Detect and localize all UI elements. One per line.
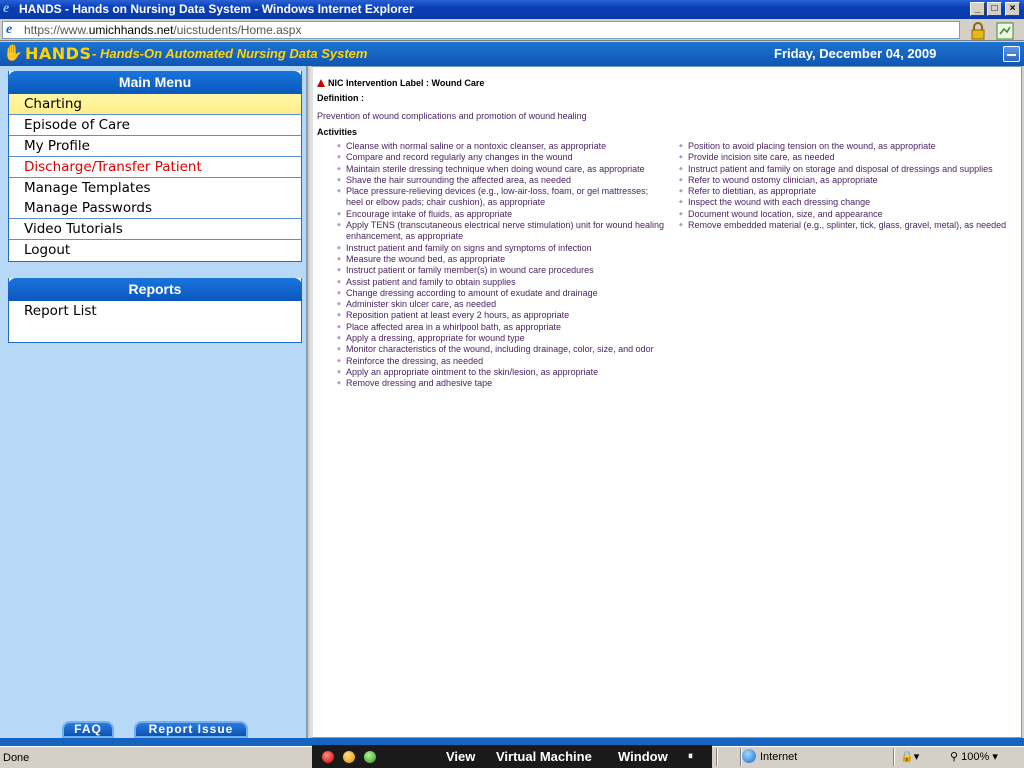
- activity-item: Instruct patient or family member(s) in …: [337, 265, 667, 277]
- activities-list: Cleanse with normal saline or a nontoxic…: [317, 141, 1021, 401]
- report-issue-button[interactable]: Report Issue: [134, 721, 248, 738]
- activities-column-1: Cleanse with normal saline or a nontoxic…: [337, 141, 667, 390]
- activity-item: Shave the hair surrounding the affected …: [337, 175, 667, 187]
- status-text: Done: [3, 752, 30, 764]
- url-input[interactable]: e https://www.umichhands.net/uicstudents…: [2, 21, 960, 39]
- menu-item-my-profile[interactable]: My Profile: [9, 136, 301, 157]
- status-separator: [893, 748, 895, 766]
- collapse-header-button[interactable]: [1003, 46, 1020, 62]
- activity-item: Place pressure-relieving devices (e.g., …: [337, 186, 667, 209]
- window-title: HANDS - Hands on Nursing Data System - W…: [19, 2, 414, 16]
- menu-item-charting[interactable]: Charting: [9, 94, 301, 115]
- activity-item: Change dressing according to amount of e…: [337, 288, 667, 300]
- page-icon: e: [6, 22, 13, 37]
- main-menu-title: Main Menu: [8, 71, 302, 94]
- activity-item: Assist patient and family to obtain supp…: [337, 277, 667, 289]
- activity-item: Monitor characteristics of the wound, in…: [337, 344, 667, 356]
- app-subtitle: - Hands-On Automated Nursing Data System: [92, 46, 368, 61]
- current-date: Friday, December 04, 2009: [774, 46, 937, 61]
- compatibility-view-icon[interactable]: [996, 22, 1014, 40]
- vm-menu-bar: View Virtual Machine Window ⏸: [312, 745, 712, 768]
- lock-icon[interactable]: [969, 22, 987, 40]
- globe-icon: [742, 749, 756, 763]
- reports-panel: Reports Report List: [8, 278, 302, 343]
- activity-item: Remove dressing and adhesive tape: [337, 378, 667, 390]
- activity-item: Position to avoid placing tension on the…: [679, 141, 1019, 153]
- activity-item: Apply a dressing, appropriate for wound …: [337, 333, 667, 345]
- vm-pause-icon[interactable]: ⏸: [688, 745, 693, 768]
- menu-item-discharge-transfer[interactable]: Discharge/Transfer Patient: [9, 157, 301, 178]
- activity-item: Encourage intake of fluids, as appropria…: [337, 209, 667, 221]
- activity-item: Inspect the wound with each dressing cha…: [679, 197, 1019, 209]
- sidebar: Main Menu Charting Episode of Care My Pr…: [0, 66, 308, 738]
- zoom-icon: ⚲: [950, 751, 959, 763]
- activity-item: Reinforce the dressing, as needed: [337, 356, 667, 368]
- intervention-detail: NIC Intervention Label : Wound Care Defi…: [317, 77, 1021, 401]
- vm-menu-virtual-machine[interactable]: Virtual Machine: [496, 745, 592, 768]
- minimize-window-button[interactable]: _: [970, 2, 985, 16]
- activity-item: Refer to wound ostomy clinician, as appr…: [679, 175, 1019, 187]
- main-menu-panel: Main Menu Charting Episode of Care My Pr…: [8, 71, 302, 262]
- activity-item: Remove embedded material (e.g., splinter…: [679, 220, 1019, 232]
- activity-item: Maintain sterile dressing technique when…: [337, 164, 667, 176]
- activity-item: Instruct patient and family on storage a…: [679, 164, 1019, 176]
- definition-text: Prevention of wound complications and pr…: [317, 111, 587, 121]
- app-header: ✋ HANDS - Hands-On Automated Nursing Dat…: [0, 42, 1024, 66]
- vm-close-light-icon[interactable]: [322, 751, 334, 763]
- activities-label: Activities: [317, 127, 358, 137]
- activities-column-2: Position to avoid placing tension on the…: [679, 141, 1019, 232]
- activity-item: Cleanse with normal saline or a nontoxic…: [337, 141, 667, 153]
- menu-item-manage-passwords[interactable]: Manage Passwords: [9, 199, 301, 219]
- address-bar: e https://www.umichhands.net/uicstudents…: [0, 19, 1024, 41]
- protected-mode-icon[interactable]: 🔒▾: [900, 748, 919, 766]
- brand-name: HANDS: [25, 44, 92, 63]
- window-title-bar[interactable]: e HANDS - Hands on Nursing Data System -…: [0, 0, 1024, 19]
- vm-menu-view[interactable]: View: [446, 745, 475, 768]
- zoom-level[interactable]: ⚲ 100% ▾: [950, 748, 998, 766]
- warning-triangle-icon: [317, 79, 325, 87]
- activity-item: Administer skin ulcer care, as needed: [337, 299, 667, 311]
- url-text: https://www.umichhands.net/uicstudents/H…: [24, 23, 302, 37]
- menu-item-report-list[interactable]: Report List: [9, 301, 301, 322]
- content-pane: NIC Intervention Label : Wound Care Defi…: [310, 66, 1022, 738]
- menu-item-video-tutorials[interactable]: Video Tutorials: [9, 219, 301, 240]
- activity-item: Refer to dietitian, as appropriate: [679, 186, 1019, 198]
- activity-item: Apply an appropriate ointment to the ski…: [337, 367, 667, 379]
- vm-minimize-light-icon[interactable]: [343, 751, 355, 763]
- menu-item-logout[interactable]: Logout: [9, 240, 301, 261]
- activity-item: Reposition patient at least every 2 hour…: [337, 310, 667, 322]
- activity-item: Apply TENS (transcutaneous electrical ne…: [337, 220, 667, 243]
- close-window-button[interactable]: ×: [1005, 2, 1020, 16]
- activity-item: Instruct patient and family on signs and…: [337, 243, 667, 255]
- faq-button[interactable]: FAQ: [62, 721, 114, 738]
- vm-menu-window[interactable]: Window: [618, 745, 668, 768]
- menu-item-episode-of-care[interactable]: Episode of Care: [9, 115, 301, 136]
- activity-item: Place affected area in a whirlpool bath,…: [337, 322, 667, 334]
- definition-label: Definition :: [317, 93, 364, 103]
- status-separator: [716, 748, 718, 766]
- activity-item: Measure the wound bed, as appropriate: [337, 254, 667, 266]
- nic-intervention-label: NIC Intervention Label : Wound Care: [317, 77, 1021, 89]
- activity-item: Compare and record regularly any changes…: [337, 152, 667, 164]
- ie-logo-icon: e: [3, 1, 10, 16]
- hand-logo-icon: ✋: [3, 45, 23, 62]
- vm-zoom-light-icon[interactable]: [364, 751, 376, 763]
- reports-title: Reports: [8, 278, 302, 301]
- security-zone: Internet: [742, 748, 797, 766]
- maximize-window-button[interactable]: □: [987, 2, 1002, 16]
- reports-list: Report List: [9, 301, 301, 342]
- activity-item: Provide incision site care, as needed: [679, 152, 1019, 164]
- menu-item-manage-templates[interactable]: Manage Templates: [9, 178, 301, 199]
- activity-item: Document wound location, size, and appea…: [679, 209, 1019, 221]
